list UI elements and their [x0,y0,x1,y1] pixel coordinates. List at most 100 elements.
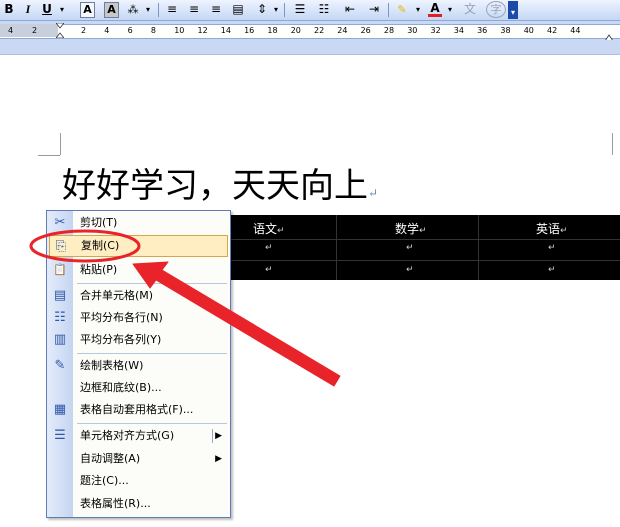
paragraph-mark: ↵ [368,186,379,200]
numbering-icon[interactable]: ☰ [292,1,308,18]
align-left-icon[interactable]: ≡ [164,1,180,18]
ruler-number: 8 [150,26,156,35]
ruler-number: 2 [32,26,38,35]
table-cell[interactable]: ↵ [548,265,556,275]
decrease-indent-icon[interactable]: ⇤ [342,1,358,18]
heading-text: 好好学习，天天向上 [62,166,368,206]
ruler-number: 14 [220,26,231,35]
table-autoformat-icon: ▦ [53,402,67,417]
enclose-characters-button[interactable]: 字 [486,1,506,18]
ruler-number: 20 [290,26,301,35]
character-shading-button[interactable]: A [104,2,119,18]
horizontal-ruler[interactable]: 4 2 2 4 6 8 10 12 14 16 18 20 22 24 26 28 30 32 34 36 38 40 42… [0,21,620,42]
toolbar-separator [158,3,159,17]
phonetic-guide-button[interactable]: 文 [460,1,480,18]
merge-cells-icon: ▤ [53,288,67,303]
right-indent-marker-icon[interactable] [604,27,614,42]
toolbar-options-icon[interactable]: ▾ [508,1,518,19]
menu-separator [77,423,227,424]
table-header-cell[interactable]: 语文↵ [253,220,285,237]
table-cell[interactable]: ↵ [265,265,273,275]
menu-item-distribute-columns[interactable]: ▥ 平均分布各列(Y) [49,329,228,351]
document-heading[interactable]: 好好学习，天天向上↵ [62,165,378,214]
table-row-line [195,239,620,240]
ruler-number: 4 [104,26,110,35]
pencil-icon: ✎ [54,358,66,373]
distribute-columns-icon: ▥ [53,332,67,347]
ruler-number: 18 [267,26,278,35]
table-header-cell[interactable]: 英语↵ [536,220,568,237]
underline-dropdown-icon[interactable]: ▾ [58,1,66,18]
character-border-button[interactable]: A [80,2,95,18]
table-cell[interactable]: ↵ [265,243,273,253]
table-row-line [195,260,620,261]
ruler-number: 6 [127,26,133,35]
bullets-icon[interactable]: ☷ [316,1,332,18]
distribute-rows-icon: ☷ [54,310,66,325]
underline-button[interactable]: U [40,1,54,18]
ruler-number: 38 [500,26,511,35]
table-header-cell[interactable]: 数学↵ [395,220,427,237]
copy-icon: ⎘ [55,239,67,254]
toolbar-separator [284,3,285,17]
page-corner-mark [38,155,60,156]
ruler-number: 30 [407,26,418,35]
menu-item-copy[interactable]: ⎘ 复制(C) [49,235,228,257]
line-spacing-dropdown-icon[interactable]: ▾ [272,1,280,18]
menu-item-distribute-rows[interactable]: ☷ 平均分布各行(N) [49,307,228,329]
ruler-bottom-band [0,40,620,55]
ruler-number: 32 [430,26,441,35]
menu-item-autofit[interactable]: 自动调整(A) ▶ [49,448,228,470]
increase-indent-icon[interactable]: ⇥ [366,1,382,18]
table-cell[interactable]: ↵ [406,243,414,253]
table-context-menu: ✂ 剪切(T) ⎘ 复制(C) 📋 粘贴(P) ▤ 合并单元格(M) ☷ 平均分… [46,210,231,518]
menu-separator [77,283,227,284]
table-cell[interactable]: ↵ [548,243,556,253]
page-corner-mark [612,133,613,155]
ruler-number: 40 [523,26,534,35]
page-corner-mark [60,133,61,155]
bold-button[interactable]: B [2,1,16,18]
menu-item-paste[interactable]: 📋 粘贴(P) [49,259,228,281]
scaling-dropdown-icon[interactable]: ▾ [144,1,152,18]
align-right-icon[interactable]: ≡ [208,1,224,18]
menu-item-draw-table[interactable]: ✎ 绘制表格(W) [49,355,228,377]
submenu-divider [212,429,213,443]
highlight-dropdown-icon[interactable]: ▾ [414,1,422,18]
menu-item-borders-shading[interactable]: 边框和底纹(B)... [49,377,228,399]
toolbar-separator [388,3,389,17]
formatting-toolbar: B I U ▾ A A ⁂ ▾ ≡ ≡ ≡ ▤ ⇕ ▾ ☰ ☷ ⇤ ⇥ ✎ ▾ … [0,0,620,21]
ruler-number: 36 [477,26,488,35]
submenu-arrow-icon: ▶ [215,431,222,441]
menu-item-cell-alignment[interactable]: ☰ 单元格对齐方式(G) ▶ [49,425,228,447]
font-color-dropdown-icon[interactable]: ▾ [446,1,454,18]
ruler-number: 4 [8,26,14,35]
menu-item-cut[interactable]: ✂ 剪切(T) [49,212,228,234]
ruler-number: 28 [383,26,395,35]
scissors-icon: ✂ [54,215,66,230]
italic-button[interactable]: I [22,1,34,18]
menu-item-table-properties[interactable]: 表格属性(R)... [49,493,228,515]
word-table[interactable]: 语文↵ 数学↵ 英语↵ ↵ ↵ ↵ ↵ ↵ ↵ [195,215,620,280]
justify-icon[interactable]: ▤ [230,1,246,18]
ruler-number: 24 [337,26,348,35]
font-color-button[interactable]: A [428,1,442,17]
table-column-line [336,215,337,280]
table-cell[interactable]: ↵ [406,265,414,275]
menu-separator [77,353,227,354]
ruler-number: 10 [174,26,185,35]
align-center-icon[interactable]: ≡ [186,1,202,18]
ruler-number: 26 [360,26,371,35]
highlight-icon[interactable]: ✎ [394,1,410,18]
menu-item-table-autoformat[interactable]: ▦ 表格自动套用格式(F)... [49,399,228,421]
line-spacing-icon[interactable]: ⇕ [254,1,270,18]
table-column-line [478,215,479,280]
character-scaling-icon[interactable]: ⁂ [124,1,142,18]
indent-marker-icon[interactable] [55,22,65,39]
cell-alignment-icon: ☰ [54,428,66,443]
menu-item-caption[interactable]: 题注(C)... [49,470,228,492]
ruler-number: 12 [197,26,208,35]
ruler-number: 44 [570,26,581,35]
ruler-number: 22 [314,26,325,35]
menu-item-merge-cells[interactable]: ▤ 合并单元格(M) [49,285,228,307]
